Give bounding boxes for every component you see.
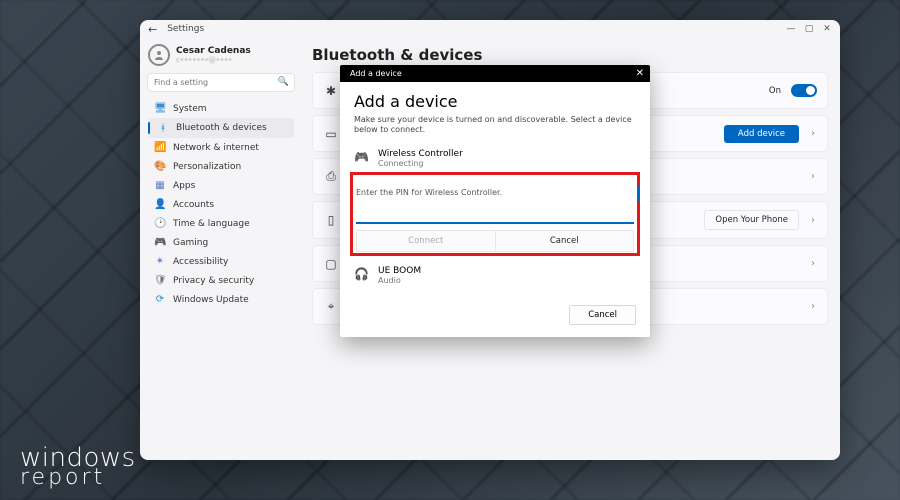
- modal-heading: Add a device: [354, 92, 636, 111]
- sidebar-item-label: Network & internet: [173, 143, 259, 153]
- sidebar-item-label: Gaming: [173, 238, 208, 248]
- sidebar-item-personalization[interactable]: 🎨 Personalization: [148, 157, 294, 176]
- pin-label: Enter the PIN for Wireless Controller.: [356, 188, 634, 197]
- chevron-right-icon: ›: [809, 301, 817, 312]
- watermark: windows report: [20, 447, 136, 488]
- personalization-icon: 🎨: [154, 161, 166, 172]
- network-internet-icon: 📶: [154, 142, 166, 153]
- account-email: c•••••••@••••: [176, 56, 251, 64]
- device-row-controller[interactable]: 🎮 Wireless Controller Connecting: [354, 145, 636, 172]
- pin-input[interactable]: [356, 205, 634, 224]
- printer-icon: ⎙: [323, 169, 339, 184]
- chevron-right-icon: ›: [809, 171, 817, 182]
- modal-close-button[interactable]: ✕: [636, 68, 644, 79]
- device-name: UE BOOM: [378, 266, 421, 276]
- device-row-ueboom[interactable]: 🎧 UE BOOM Audio: [354, 262, 636, 289]
- controller-icon: 🎮: [354, 149, 370, 164]
- settings-search[interactable]: 🔍: [148, 74, 294, 91]
- modal-hint: Make sure your device is turned on and d…: [354, 115, 636, 135]
- search-input[interactable]: [148, 74, 294, 91]
- sidebar-item-label: Time & language: [173, 219, 250, 229]
- windows-update-icon: ⟳: [154, 294, 166, 305]
- phone-icon: ▯: [323, 213, 339, 227]
- device-status: Connecting: [378, 159, 463, 168]
- headphones-icon: 🎧: [354, 266, 370, 281]
- bluetooth-on-label: On: [769, 86, 781, 96]
- sidebar-item-bluetooth-devices[interactable]: ᚼ Bluetooth & devices: [148, 118, 294, 138]
- privacy-security-icon: 🛡: [154, 275, 166, 286]
- sidebar-item-label: Windows Update: [173, 295, 249, 305]
- sidebar-item-label: Bluetooth & devices: [176, 123, 267, 133]
- sidebar-item-apps[interactable]: ▦ Apps: [148, 176, 294, 195]
- chevron-right-icon: ›: [809, 258, 817, 269]
- minimize-button[interactable]: —: [784, 22, 798, 36]
- sidebar-item-label: Accessibility: [173, 257, 228, 267]
- account-name: Cesar Cadenas: [176, 46, 251, 56]
- sidebar-item-privacy-security[interactable]: 🛡 Privacy & security: [148, 271, 294, 290]
- window-title: Settings: [167, 24, 204, 34]
- sidebar-item-label: System: [173, 104, 207, 114]
- connect-button[interactable]: Connect: [356, 230, 495, 252]
- sidebar-item-label: Apps: [173, 181, 195, 191]
- add-device-button[interactable]: Add device: [724, 125, 799, 143]
- modal-footer-cancel-button[interactable]: Cancel: [569, 305, 636, 325]
- sidebar-item-accessibility[interactable]: ✴ Accessibility: [148, 252, 294, 271]
- sidebar-item-accounts[interactable]: 👤 Accounts: [148, 195, 294, 214]
- sidebar-item-label: Privacy & security: [173, 276, 254, 286]
- modal-titlebar: Add a device ✕: [340, 65, 650, 82]
- account-header[interactable]: Cesar Cadenas c•••••••@••••: [148, 44, 294, 66]
- settings-sidebar: Cesar Cadenas c•••••••@•••• 🔍 🖥 System ᚼ Bl…: [140, 38, 300, 460]
- modal-titlebar-text: Add a device: [350, 69, 402, 78]
- sidebar-item-gaming[interactable]: 🎮 Gaming: [148, 233, 294, 252]
- close-window-button[interactable]: ✕: [820, 22, 834, 36]
- annotation-highlight: Enter the PIN for Wireless Controller. C…: [352, 174, 638, 254]
- sidebar-item-label: Accounts: [173, 200, 214, 210]
- cancel-pairing-button[interactable]: Cancel: [495, 230, 635, 252]
- bluetooth-icon: ✱: [323, 84, 339, 98]
- apps-icon: ▦: [154, 180, 166, 191]
- gaming-icon: 🎮: [154, 237, 166, 248]
- bluetooth-devices-icon: ᚼ: [157, 123, 169, 134]
- system-icon: 🖥: [154, 103, 166, 114]
- window-titlebar: ← Settings — ▢ ✕: [140, 20, 840, 38]
- maximize-button[interactable]: ▢: [802, 22, 816, 36]
- pin-entry-block: Enter the PIN for Wireless Controller.: [356, 182, 634, 224]
- camera-icon: ▢: [323, 257, 339, 271]
- open-your-phone-button[interactable]: Open Your Phone: [704, 210, 799, 230]
- devices-icon: ▭: [323, 127, 339, 141]
- search-icon: 🔍: [278, 77, 289, 87]
- sidebar-item-windows-update[interactable]: ⟳ Windows Update: [148, 290, 294, 309]
- chevron-right-icon: ›: [809, 128, 817, 139]
- bluetooth-toggle[interactable]: [791, 84, 817, 97]
- device-status: Audio: [378, 276, 421, 285]
- accounts-icon: 👤: [154, 199, 166, 210]
- back-button[interactable]: ←: [146, 23, 157, 36]
- sidebar-item-label: Personalization: [173, 162, 241, 172]
- accessibility-icon: ✴: [154, 256, 166, 267]
- chevron-right-icon: ›: [809, 215, 817, 226]
- add-device-modal: Add a device ✕ Add a device Make sure yo…: [340, 65, 650, 337]
- sidebar-item-network-internet[interactable]: 📶 Network & internet: [148, 138, 294, 157]
- device-name: Wireless Controller: [378, 149, 463, 159]
- avatar-icon: [148, 44, 170, 66]
- page-title: Bluetooth & devices: [312, 46, 828, 64]
- mouse-icon: ⌖: [323, 299, 339, 314]
- sidebar-item-time-language[interactable]: 🕑 Time & language: [148, 214, 294, 233]
- time-language-icon: 🕑: [154, 218, 166, 229]
- sidebar-item-system[interactable]: 🖥 System: [148, 99, 294, 118]
